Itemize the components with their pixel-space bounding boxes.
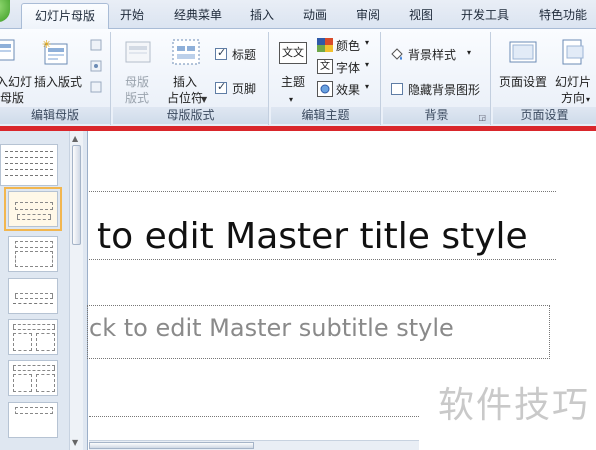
footer-placeholder-line [89, 416, 419, 417]
master-layout-label-1: 母版 [124, 75, 149, 89]
fonts-chevron-icon: ▾ [365, 60, 370, 69]
hide-background-checkbox[interactable] [391, 83, 403, 95]
delete-slide-icon[interactable] [89, 38, 103, 52]
insert-placeholder-label-1: 插入 [172, 75, 197, 89]
master-title-placeholder[interactable]: to edit Master title style [97, 216, 528, 257]
insert-slide-master-label-1: 入幻灯 [0, 75, 33, 89]
tab-slide-master[interactable]: 幻灯片母版 [21, 3, 109, 30]
effects-button[interactable]: 效果 ▾ [317, 80, 377, 98]
group-background-label: 背景 [383, 107, 490, 124]
group-edit-master-label: 编辑母版 [0, 107, 110, 124]
page-setup-button[interactable]: 页面设置 [495, 36, 551, 96]
tab-classic-menu[interactable]: 经典菜单 [162, 3, 234, 29]
group-edit-master: 入幻灯 母版 ✳ 插入版式 编辑母版 [0, 32, 111, 125]
scrollbar-thumb[interactable] [72, 145, 81, 245]
group-master-layout-label: 母版版式 [113, 107, 268, 124]
effects-chevron-icon: ▾ [365, 82, 370, 91]
colors-icon [317, 38, 333, 52]
ribbon: 入幻灯 母版 ✳ 插入版式 编辑母版 母版 版式 插入 占位符 ▼ ✓ 标题 ✓… [0, 29, 596, 126]
page-setup-icon [509, 41, 537, 63]
ribbon-tab-bar: 幻灯片母版 开始 经典菜单 插入 动画 审阅 视图 开发工具 特色功能 [0, 0, 596, 30]
group-edit-theme: 文文 主题 ▾ 颜色 ▾ 文 字体 ▾ 效果 ▾ 编辑主题 [271, 32, 381, 125]
title-checkbox[interactable] [215, 46, 227, 60]
tab-view[interactable]: 视图 [401, 3, 441, 29]
thumbnail-layout-5[interactable] [8, 360, 58, 396]
svg-text:✳: ✳ [42, 38, 51, 51]
master-layout-label-2: 版式 [124, 91, 149, 105]
horizontal-scrollbar-thumb[interactable] [89, 442, 254, 449]
thumbnail-layout-4[interactable] [8, 319, 58, 355]
fonts-icon: 文 [317, 59, 333, 74]
scroll-down-icon[interactable]: ▼ [72, 438, 78, 447]
scroll-up-icon[interactable]: ▲ [72, 134, 78, 143]
tab-special-features[interactable]: 特色功能 [530, 3, 596, 29]
thumbnail-layout-6[interactable] [8, 402, 58, 438]
thumbnail-layout-2[interactable] [8, 236, 58, 272]
preserve-icon[interactable] [89, 80, 103, 94]
paint-bucket-icon [391, 48, 403, 60]
chevron-down-icon: ▼ [201, 95, 208, 104]
hide-background-label: 隐藏背景图形 [408, 83, 481, 97]
thumbnail-layout-title[interactable] [4, 187, 62, 231]
watermark-text: 软件技巧 [437, 385, 590, 426]
slide-orientation-label-1: 幻灯片 [554, 75, 591, 89]
thumbnail-layout-3[interactable] [8, 278, 58, 314]
insert-layout-label: 插入版式 [33, 75, 82, 89]
page-setup-label: 页面设置 [498, 75, 547, 89]
master-layout-icon [125, 41, 151, 63]
orientation-chevron-icon: ▾ [586, 95, 591, 104]
title-placeholder-top [89, 191, 556, 192]
colors-label: 颜色 [336, 39, 361, 53]
fonts-button[interactable]: 文 字体 ▾ [317, 58, 377, 76]
insert-layout-button[interactable]: ✳ 插入版式 [32, 36, 84, 89]
effects-label: 效果 [336, 83, 361, 97]
group-master-layout: 母版 版式 插入 占位符 ▼ 标题 页脚 [113, 32, 269, 125]
thumbnail-master[interactable] [0, 144, 58, 186]
themes-label: 主题 [280, 75, 305, 89]
title-placeholder-bottom [89, 259, 556, 260]
tab-insert[interactable]: 插入 [242, 3, 282, 29]
background-styles-button[interactable]: 背景样式 ▾ [389, 46, 489, 64]
tab-animations[interactable]: 动画 [295, 3, 335, 29]
slide-thumbnail-pane: ▲ ▼ [0, 131, 88, 450]
master-layout-button[interactable]: 母版 版式 [117, 36, 157, 105]
background-styles-label: 背景样式 [408, 48, 457, 62]
insert-layout-icon: ✳ [42, 38, 68, 65]
powerpoint-window: 幻灯片母版 开始 经典菜单 插入 动画 审阅 视图 开发工具 特色功能 入幻灯 … [0, 0, 596, 450]
tab-developer[interactable]: 开发工具 [452, 3, 518, 29]
dialog-launcher-icon[interactable]: ◲ [478, 113, 486, 122]
insert-placeholder-button[interactable]: 插入 占位符 ▼ [161, 36, 209, 105]
insert-slide-master-button[interactable]: 入幻灯 母版 [0, 36, 33, 105]
colors-button[interactable]: 颜色 ▾ [317, 36, 377, 54]
rename-icon[interactable] [89, 59, 103, 73]
horizontal-scrollbar[interactable] [89, 440, 419, 450]
thumbnail-scrollbar[interactable]: ▲ ▼ [69, 131, 83, 450]
office-orb-icon[interactable] [0, 0, 10, 22]
themes-icon: 文文 [279, 42, 307, 64]
footer-checkbox-label: 页脚 [232, 82, 257, 96]
group-page-setup: 页面设置 幻灯片 方向 ▾ 页面设置 [493, 32, 596, 125]
slide-master-icon [0, 39, 15, 61]
tab-home[interactable]: 开始 [111, 3, 153, 29]
background-styles-chevron-icon: ▾ [467, 48, 472, 57]
insert-placeholder-icon [172, 39, 200, 65]
footer-checkbox[interactable] [215, 80, 227, 94]
insert-slide-master-label-2: 母版 [0, 91, 24, 105]
colors-chevron-icon: ▾ [365, 38, 370, 47]
themes-chevron-icon: ▾ [289, 95, 294, 104]
slide-orientation-icon [562, 39, 584, 65]
fonts-label: 字体 [336, 61, 361, 75]
title-checkbox-label: 标题 [232, 48, 257, 62]
group-edit-theme-label: 编辑主题 [271, 107, 380, 124]
slide-orientation-button[interactable]: 幻灯片 方向 ▾ [551, 36, 595, 106]
effects-icon [317, 81, 333, 97]
slide-canvas: to edit Master title style ck to edit Ma… [87, 131, 596, 450]
tab-review[interactable]: 审阅 [348, 3, 388, 29]
group-page-setup-label: 页面设置 [493, 107, 596, 124]
master-subtitle-placeholder[interactable]: ck to edit Master subtitle style [89, 314, 454, 342]
themes-button[interactable]: 文文 主题 ▾ [275, 36, 311, 106]
group-background: 背景样式 ▾ 隐藏背景图形 背景 ◲ [383, 32, 491, 125]
